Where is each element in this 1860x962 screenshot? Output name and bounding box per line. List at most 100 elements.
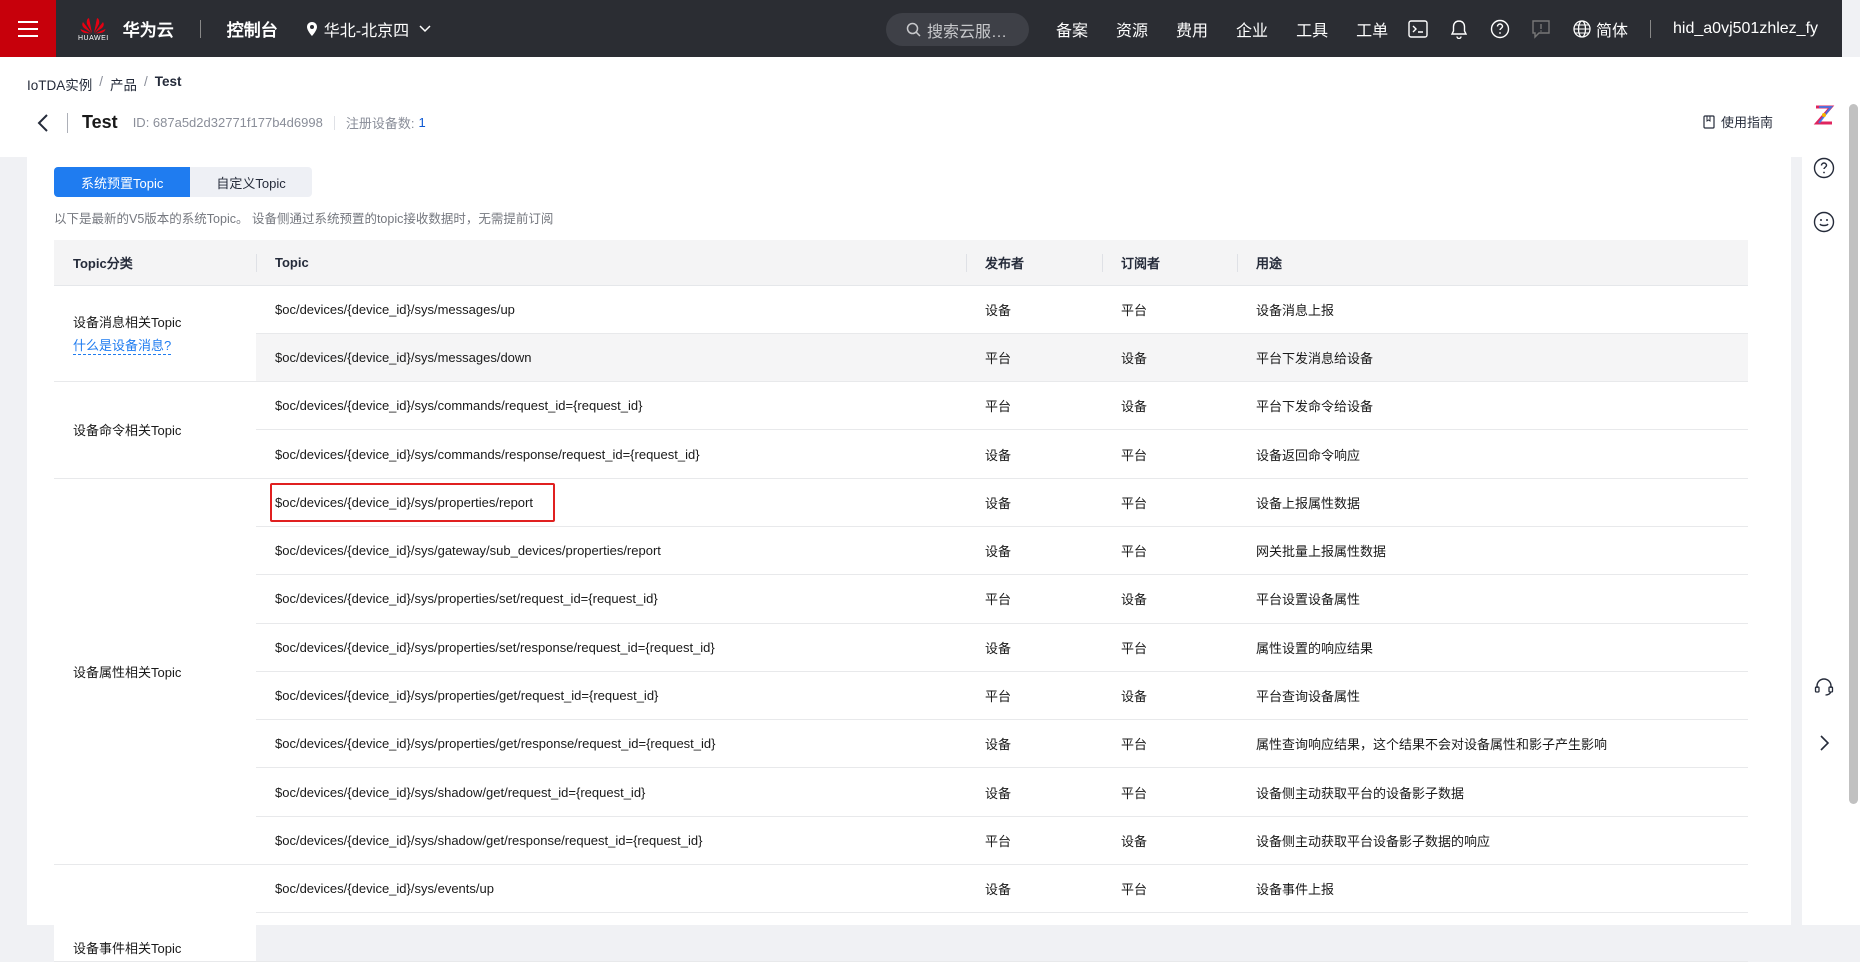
table-row: $oc/devices/{device_id}/sys/properties/s… [54,574,1748,624]
subscriber-cell: 平台 [1102,429,1237,479]
title-row: Test ID: 687a5d2d32771f177b4d6998 注册设备数:… [33,112,1773,133]
nav-tickets[interactable]: 工单 [1356,17,1388,41]
nav-resources[interactable]: 资源 [1116,17,1148,41]
search-placeholder: 搜索云服… [927,23,1008,41]
region-selector[interactable]: 华北-北京四 [306,17,431,41]
subscriber-cell: 平台 [1102,623,1237,672]
tab-system-topic[interactable]: 系统预置Topic [54,167,191,197]
page-header: IoTDA实例 / 产品 / Test Test ID: 687a5d2d327… [0,57,1802,157]
feedback-icon[interactable] [1530,18,1552,40]
huawei-cloud-logo[interactable]: HUAWEI 华为云 [78,16,174,42]
publisher-cell: 设备 [966,285,1102,334]
divider [333,115,335,130]
publisher-cell: 设备 [966,719,1102,769]
subscriber-cell: 设备 [1102,381,1237,431]
nav-billing[interactable]: 费用 [1176,17,1208,41]
chevron-down-icon [419,24,431,32]
brand-name: 华为云 [122,21,174,40]
table-row [54,912,1748,962]
table-row: 设备消息相关Topic 什么是设备消息? $oc/devices/{device… [54,285,1748,383]
subscriber-cell: 设备 [1102,671,1237,721]
usage-cell: 设备返回命令响应 [1237,429,1748,479]
divider [67,112,68,133]
subscriber-cell: 设备 [1102,333,1237,383]
chevron-right-icon[interactable] [1812,731,1836,755]
registered-devices-count[interactable]: 1 [418,115,425,130]
hamburger-menu-button[interactable] [0,0,56,57]
topic-content-panel: 系统预置Topic 自定义Topic 以下是最新的V5版本的系统Topic。 设… [27,157,1791,962]
table-row: $oc/devices/{device_id}/sys/properties/s… [54,623,1748,672]
usage-cell: 设备消息上报 [1237,285,1748,334]
nav-beian[interactable]: 备案 [1056,17,1088,41]
category-label: 设备消息相关Topic [73,314,182,330]
usage-cell: 设备事件上报 [1237,864,1748,914]
globe-icon [1573,19,1591,38]
column-header-publisher: 发布者 [966,240,1102,286]
publisher-cell: 平台 [966,574,1102,624]
user-account-menu[interactable]: hid_a0vj501zhlez_fy [1673,20,1818,38]
bell-icon[interactable] [1448,18,1470,40]
location-pin-icon [306,21,317,36]
user-guide-link[interactable]: 使用指南 [1703,112,1773,131]
usage-cell: 设备上报属性数据 [1237,478,1748,527]
subscriber-cell: 设备 [1102,574,1237,624]
console-link[interactable]: 控制台 [227,16,278,41]
smiley-feedback-icon[interactable] [1812,210,1836,234]
divider [199,19,201,38]
topic-cell: $oc/devices/{device_id}/sys/properties/g… [256,719,966,769]
language-label: 简体 [1596,22,1629,40]
menu-icon [18,20,38,37]
product-id: ID: 687a5d2d32771f177b4d6998 [132,115,323,130]
huawei-logo-icon: HUAWEI [78,16,109,42]
help-icon[interactable] [1489,18,1511,40]
language-switcher[interactable]: 简体 [1573,17,1628,41]
subscriber-cell: 平台 [1102,767,1237,817]
publisher-cell: 设备 [966,767,1102,817]
subscriber-cell: 平台 [1102,526,1237,576]
publisher-cell: 设备 [966,623,1102,672]
registered-devices-label: 注册设备数: [345,116,415,131]
subscriber-cell: 平台 [1102,864,1237,914]
back-button[interactable] [33,113,53,133]
usage-cell: 网关批量上报属性数据 [1237,526,1748,576]
table-row: 设备事件相关Topic $oc/devices/{device_id}/sys/… [54,864,1748,962]
column-header-category: Topic分类 [54,240,256,286]
usage-cell: 设备侧主动获取平台的设备影子数据 [1237,767,1748,817]
nav-tools[interactable]: 工具 [1296,17,1328,41]
usage-cell: 平台设置设备属性 [1237,574,1748,624]
scrollbar-thumb[interactable] [1849,104,1858,804]
topic-cell: $oc/devices/{device_id}/sys/commands/res… [256,429,966,479]
usage-cell: 平台查询设备属性 [1237,671,1748,721]
tab-custom-topic[interactable]: 自定义Topic [190,167,312,197]
nav-enterprise[interactable]: 企业 [1236,17,1268,41]
table-row: 设备命令相关Topic $oc/devices/{device_id}/sys/… [54,381,1748,479]
subscriber-cell: 平台 [1102,285,1237,334]
publisher-cell: 平台 [966,333,1102,383]
publisher-cell: 平台 [966,816,1102,866]
table-row: $oc/devices/{device_id}/sys/properties/g… [54,719,1748,769]
table-row: $oc/devices/{device_id}/sys/shadow/get/r… [54,816,1748,866]
service-search-input[interactable]: 搜索云服… [886,13,1029,46]
topic-cell: $oc/devices/{device_id}/sys/messages/up [256,285,966,334]
breadcrumb: IoTDA实例 / 产品 / Test [27,74,182,94]
highlighted-topic: $oc/devices/{device_id}/sys/properties/r… [270,482,555,522]
cloud-shell-icon[interactable] [1407,18,1429,40]
what-is-device-message-link[interactable]: 什么是设备消息? [73,335,172,355]
publisher-cell: 平台 [966,671,1102,721]
ai-assistant-icon[interactable] [1812,103,1836,127]
topic-cell: $oc/devices/{device_id}/sys/properties/g… [256,671,966,721]
category-cell: 设备事件相关Topic [54,864,256,962]
usage-cell: 平台下发消息给设备 [1237,333,1748,383]
headset-support-icon[interactable] [1812,674,1836,698]
category-label: 设备命令相关Topic [73,423,182,439]
breadcrumb-products[interactable]: 产品 [110,74,137,94]
topic-cell: $oc/devices/{device_id}/sys/shadow/get/r… [256,816,966,866]
category-cell: 设备消息相关Topic 什么是设备消息? [54,285,256,383]
top-navigation-bar: HUAWEI 华为云 控制台 华北-北京四 搜索云服… 备案 资源 费用 企业 … [0,0,1842,57]
topic-cell: $oc/devices/{device_id}/sys/gateway/sub_… [256,526,966,576]
divider [1650,19,1652,38]
breadcrumb-iotda-instance[interactable]: IoTDA实例 [27,74,92,94]
table-row: 设备属性相关Topic $oc/devices/{device_id}/sys/… [54,478,1748,866]
publisher-cell: 设备 [966,478,1102,527]
help-icon[interactable] [1812,156,1836,180]
